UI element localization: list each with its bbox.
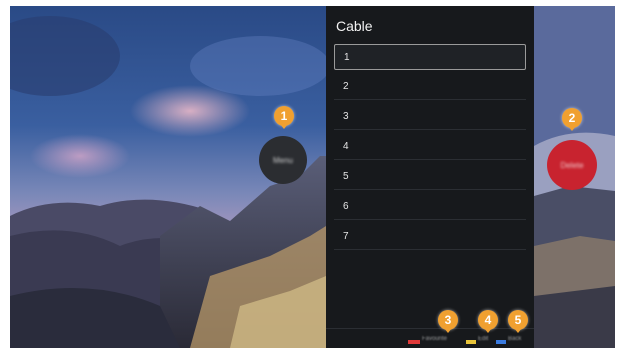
channel-row[interactable]: 2: [334, 74, 526, 100]
red-key-label: Favourite: [422, 336, 448, 342]
callout-marker-4: 4: [478, 310, 498, 333]
channel-number: 3: [343, 111, 349, 122]
channel-row[interactable]: 6: [334, 194, 526, 220]
channel-number: 1: [344, 51, 350, 63]
channel-number: 4: [343, 141, 349, 152]
blue-key-label: Back: [508, 336, 522, 342]
callout-marker-5: 5: [508, 310, 528, 333]
channel-row[interactable]: 4: [334, 134, 526, 160]
callout-marker-1: 1: [274, 106, 294, 129]
red-key-button[interactable]: [408, 340, 420, 344]
channel-row[interactable]: 1: [334, 44, 526, 70]
menu-button-label: Menu: [272, 155, 293, 165]
yellow-key-label: Edit: [478, 336, 489, 342]
channel-number: 7: [343, 231, 349, 242]
channel-number: 5: [343, 171, 349, 182]
channel-row[interactable]: 3: [334, 104, 526, 130]
delete-button-label: Delete: [560, 160, 584, 170]
callout-marker-2: 2: [562, 108, 582, 131]
channel-row[interactable]: 7: [334, 224, 526, 250]
blue-key-button[interactable]: [496, 340, 506, 344]
yellow-key-button[interactable]: [466, 340, 476, 344]
panel-title: Cable: [336, 18, 373, 34]
channel-row[interactable]: 5: [334, 164, 526, 190]
channel-list: 1 2 3 4 5 6 7: [334, 44, 526, 254]
cable-channel-panel: Cable 1 2 3 4 5 6 7: [326, 6, 534, 348]
tv-screen: Menu Cable 1 2 3 4 5 6 7 Favourite Edit …: [10, 6, 615, 348]
delete-button[interactable]: Delete: [547, 140, 597, 190]
channel-number: 2: [343, 81, 349, 92]
callout-marker-3: 3: [438, 310, 458, 333]
channel-number: 6: [343, 201, 349, 212]
menu-button[interactable]: Menu: [259, 136, 307, 184]
